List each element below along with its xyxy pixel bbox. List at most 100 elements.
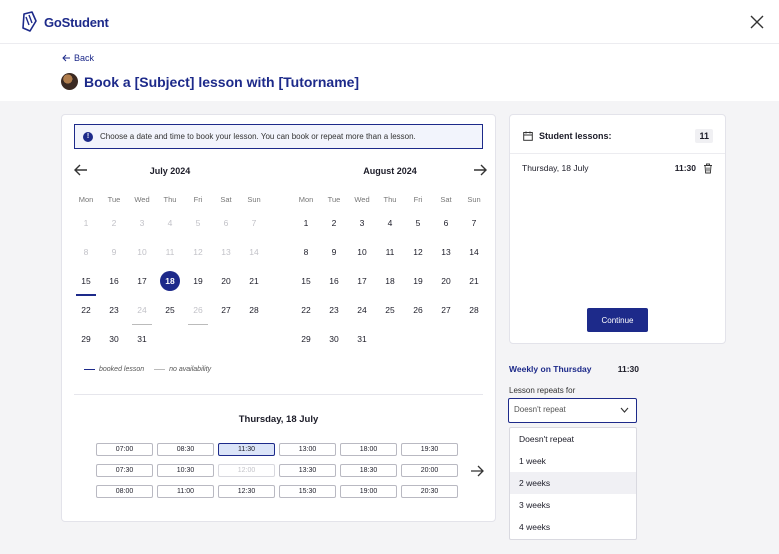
day-1: 1: [72, 212, 100, 234]
day-9[interactable]: 9: [320, 241, 348, 263]
day-29[interactable]: 29: [72, 328, 100, 350]
day-23[interactable]: 23: [100, 299, 128, 321]
day-31[interactable]: 31: [128, 328, 156, 350]
time-slot-2030[interactable]: 20:30: [401, 485, 458, 498]
day-25[interactable]: 25: [376, 299, 404, 321]
time-slot-1800[interactable]: 18:00: [340, 443, 397, 456]
time-slot-1130[interactable]: 11:30: [218, 443, 275, 456]
day-26[interactable]: 26: [404, 299, 432, 321]
repeat-option[interactable]: Doesn't repeat: [510, 428, 636, 450]
next-slots-arrow-icon[interactable]: [470, 465, 484, 477]
day-30[interactable]: 30: [320, 328, 348, 350]
next-month-arrow-icon[interactable]: [472, 163, 488, 177]
day-30[interactable]: 30: [100, 328, 128, 350]
day-5[interactable]: 5: [404, 212, 432, 234]
day-15[interactable]: 15: [292, 270, 320, 292]
day-4[interactable]: 4: [376, 212, 404, 234]
day-17[interactable]: 17: [128, 270, 156, 292]
day-number: 7: [251, 217, 257, 228]
day-18[interactable]: 18: [156, 270, 184, 292]
day-10[interactable]: 10: [348, 241, 376, 263]
day-number: 16: [109, 275, 119, 286]
day-6[interactable]: 6: [432, 212, 460, 234]
time-slot-2000[interactable]: 20:00: [401, 464, 458, 477]
repeat-option[interactable]: 4 weeks: [510, 516, 636, 538]
time-slot-1930[interactable]: 19:30: [401, 443, 458, 456]
time-slot-1100[interactable]: 11:00: [157, 485, 214, 498]
time-slot-0730[interactable]: 07:30: [96, 464, 153, 477]
day-number: 26: [193, 304, 203, 315]
day-28[interactable]: 28: [460, 299, 488, 321]
repeat-select[interactable]: Doesn't repeat: [508, 398, 637, 423]
day-16[interactable]: 16: [320, 270, 348, 292]
day-11: 11: [156, 241, 184, 263]
day-grid: 1 2 3 4 5 6 7 8 9 10 11 12 13 14 15 16 17 18 19 20 21 22 23 24 2…: [72, 208, 268, 353]
day-number: 11: [165, 246, 175, 257]
day-24[interactable]: 24: [348, 299, 376, 321]
day-28[interactable]: 28: [240, 299, 268, 321]
day-21[interactable]: 21: [460, 270, 488, 292]
back-link[interactable]: Back: [62, 53, 94, 63]
time-slot-1230[interactable]: 12:30: [218, 485, 275, 498]
day-22[interactable]: 22: [72, 299, 100, 321]
day-number: 20: [221, 275, 231, 286]
time-slot-1830[interactable]: 18:30: [340, 464, 397, 477]
booked-line: [84, 368, 95, 371]
weekday-label: Fri: [193, 195, 203, 204]
repeat-option[interactable]: 1 week: [510, 450, 636, 472]
close-icon[interactable]: [749, 14, 765, 30]
time-slot-1330[interactable]: 13:30: [279, 464, 336, 477]
day-31[interactable]: 31: [348, 328, 376, 350]
weekday-label: Fri: [413, 195, 423, 204]
time-slot-1900[interactable]: 19:00: [340, 485, 397, 498]
day-20[interactable]: 20: [212, 270, 240, 292]
time-slot-0800[interactable]: 08:00: [96, 485, 153, 498]
day-22[interactable]: 22: [292, 299, 320, 321]
time-slot-0830[interactable]: 08:30: [157, 443, 214, 456]
time-slot-1300[interactable]: 13:00: [279, 443, 336, 456]
day-9: 9: [100, 241, 128, 263]
time-slot-0700[interactable]: 07:00: [96, 443, 153, 456]
day-16[interactable]: 16: [100, 270, 128, 292]
day-number: 29: [301, 333, 311, 344]
repeat-option[interactable]: 2 weeks: [510, 472, 636, 494]
arrow-left-icon: [62, 54, 70, 62]
month-title: July 2024: [149, 166, 191, 176]
day-19[interactable]: 19: [404, 270, 432, 292]
divider: [74, 394, 483, 395]
time-slot-1530[interactable]: 15:30: [279, 485, 336, 498]
day-14[interactable]: 14: [460, 241, 488, 263]
day-number: 17: [357, 275, 367, 286]
day-number: 3: [359, 217, 365, 228]
day-number: 5: [195, 217, 201, 228]
day-29[interactable]: 29: [292, 328, 320, 350]
time-slot-1030[interactable]: 10:30: [157, 464, 214, 477]
day-18[interactable]: 18: [376, 270, 404, 292]
day-19[interactable]: 19: [184, 270, 212, 292]
day-13[interactable]: 13: [432, 241, 460, 263]
day-number: 30: [109, 333, 119, 344]
day-23[interactable]: 23: [320, 299, 348, 321]
day-15[interactable]: 15: [72, 270, 100, 296]
day-21[interactable]: 21: [240, 270, 268, 292]
day-27[interactable]: 27: [432, 299, 460, 321]
day-1[interactable]: 1: [292, 212, 320, 234]
day-2[interactable]: 2: [320, 212, 348, 234]
day-3[interactable]: 3: [348, 212, 376, 234]
day-12[interactable]: 12: [404, 241, 432, 263]
continue-button[interactable]: Continue: [587, 308, 648, 332]
weekly-label: Weekly on Thursday: [509, 364, 592, 374]
weekday-row: Mon Tue Wed Thu Fri Sat Sun: [292, 195, 488, 208]
trash-icon[interactable]: [703, 163, 713, 174]
day-20[interactable]: 20: [432, 270, 460, 292]
day-8[interactable]: 8: [292, 241, 320, 263]
student-lessons-card: Student lessons: 11 Thursday, 18 July 11…: [509, 114, 726, 344]
gostudent-logo[interactable]: GoStudent: [20, 11, 109, 33]
day-7[interactable]: 7: [460, 212, 488, 234]
repeat-option[interactable]: 3 weeks: [510, 494, 636, 516]
day-25[interactable]: 25: [156, 299, 184, 321]
day-11[interactable]: 11: [376, 241, 404, 263]
day-number: 18: [385, 275, 395, 286]
day-17[interactable]: 17: [348, 270, 376, 292]
day-27[interactable]: 27: [212, 299, 240, 321]
